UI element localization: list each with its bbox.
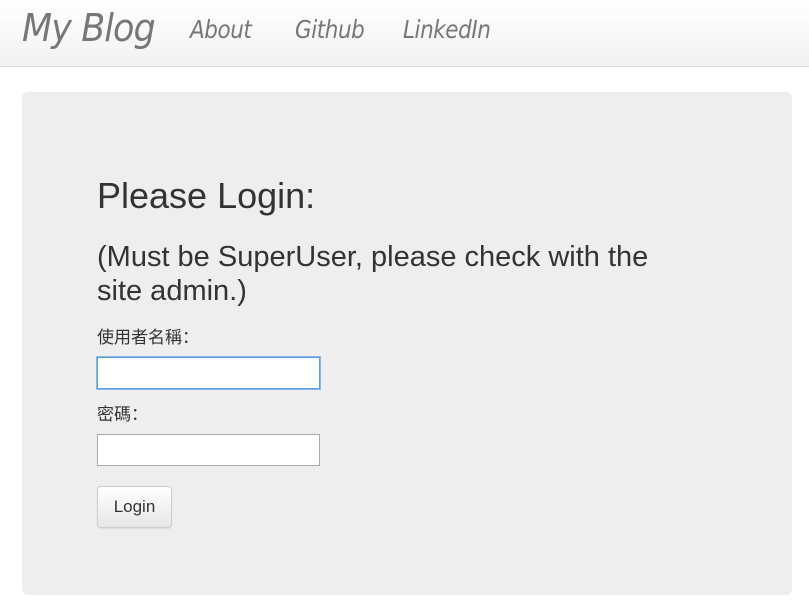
page-title: Please Login: bbox=[97, 175, 316, 216]
login-panel: Please Login: (Must be SuperUser, please… bbox=[22, 92, 792, 595]
username-label: 使用者名稱： bbox=[97, 328, 199, 348]
login-form: Please Login: (Must be SuperUser, please… bbox=[97, 174, 697, 528]
login-button[interactable]: Login bbox=[97, 486, 172, 528]
password-field[interactable] bbox=[97, 434, 320, 466]
nav-link-github[interactable]: Github bbox=[295, 13, 365, 47]
brand-link[interactable]: My Blog bbox=[22, 6, 156, 50]
login-requirement-note: (Must be SuperUser, please check with th… bbox=[97, 241, 649, 307]
top-navbar: My Blog About Github LinkedIn bbox=[0, 0, 809, 67]
password-label: 密碼： bbox=[97, 405, 148, 425]
username-field[interactable] bbox=[97, 357, 320, 389]
nav-link-linkedin[interactable]: LinkedIn bbox=[403, 13, 491, 47]
nav-link-about[interactable]: About bbox=[190, 13, 252, 47]
